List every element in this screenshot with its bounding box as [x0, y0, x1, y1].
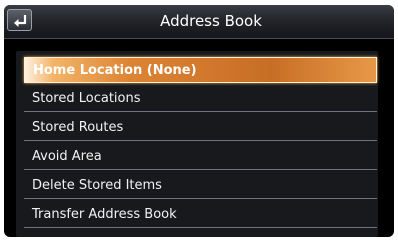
menu-item-stored-locations[interactable]: Stored Locations: [24, 86, 377, 112]
back-button[interactable]: [7, 9, 32, 31]
menu-item-stored-routes[interactable]: Stored Routes: [24, 115, 377, 141]
back-arrow-icon: [14, 15, 27, 27]
menu-item-transfer-address-book[interactable]: Transfer Address Book: [24, 202, 377, 228]
page-title: Address Book: [160, 12, 262, 30]
menu-item-home-location[interactable]: Home Location (None): [24, 57, 377, 83]
nav-screen: Address Book Home Location (None) Stored…: [4, 5, 394, 237]
menu-item-delete-stored-items[interactable]: Delete Stored Items: [24, 173, 377, 199]
menu-item-avoid-area[interactable]: Avoid Area: [24, 144, 377, 170]
title-bar: Address Book: [4, 5, 394, 39]
